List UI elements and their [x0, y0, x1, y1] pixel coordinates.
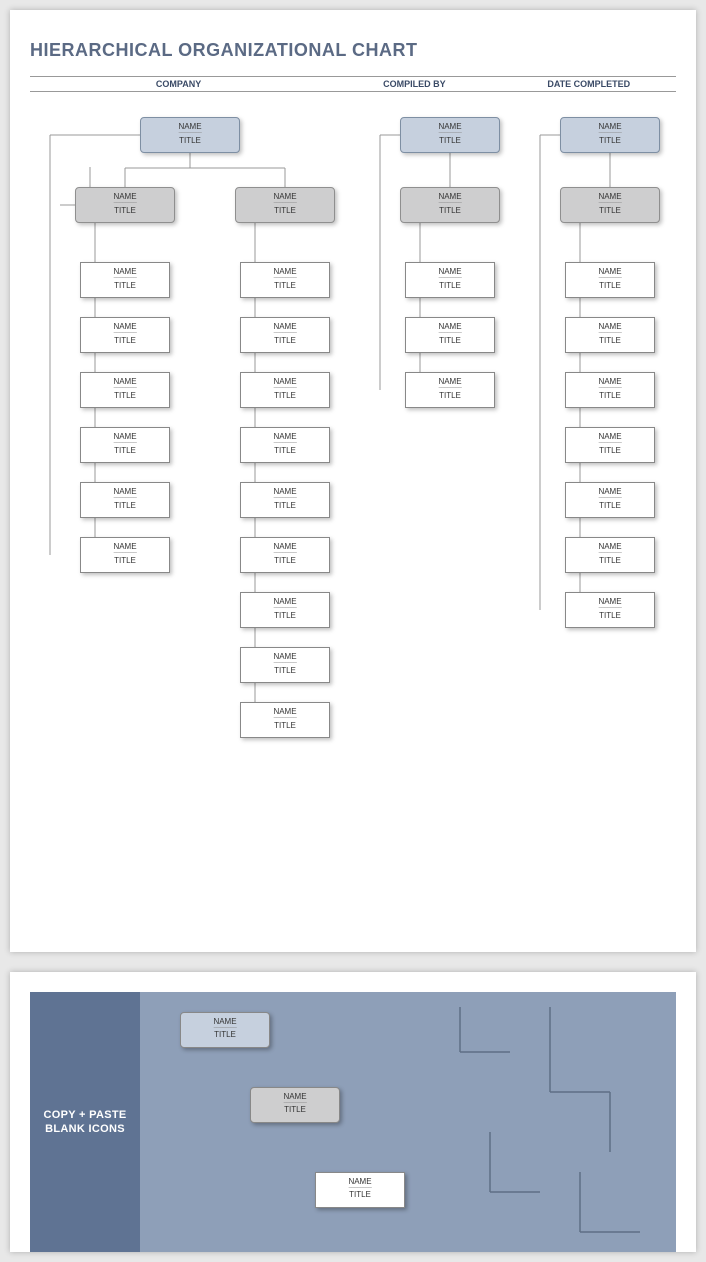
palette-canvas: NAME––––––––TITLE NAME––––––––TITLE NAME––… — [140, 992, 676, 1252]
leaf-node[interactable]: NAME––––––––TITLE — [240, 317, 330, 353]
page-title: HIERARCHICAL ORGANIZATIONAL CHART — [30, 40, 676, 61]
palette-top-node[interactable]: NAME––––––––TITLE — [180, 1012, 270, 1048]
leaf-node[interactable]: NAME––––––––TITLE — [405, 262, 495, 298]
header-company: COMPANY — [30, 79, 327, 89]
leaf-node[interactable]: NAME––––––––TITLE — [565, 317, 655, 353]
leaf-node[interactable]: NAME––––––––TITLE — [565, 372, 655, 408]
leaf-node[interactable]: NAME––––––––TITLE — [565, 427, 655, 463]
leaf-node[interactable]: NAME––––––––TITLE — [405, 317, 495, 353]
top-node[interactable]: NAME––––––––TITLE — [400, 117, 500, 153]
leaf-node[interactable]: NAME––––––––TITLE — [80, 537, 170, 573]
leaf-node[interactable]: NAME––––––––TITLE — [240, 482, 330, 518]
leaf-node[interactable]: NAME––––––––TITLE — [80, 317, 170, 353]
manager-node[interactable]: NAME––––––––TITLE — [400, 187, 500, 223]
org-chart-page: HIERARCHICAL ORGANIZATIONAL CHART COMPAN… — [10, 10, 696, 952]
leaf-node[interactable]: NAME––––––––TITLE — [80, 482, 170, 518]
leaf-node[interactable]: NAME––––––––TITLE — [80, 372, 170, 408]
manager-node[interactable]: NAME––––––––TITLE — [235, 187, 335, 223]
leaf-node[interactable]: NAME––––––––TITLE — [565, 592, 655, 628]
chart-canvas: NAME––––––––TITLE NAME––––––––TITLE NAME––… — [30, 112, 676, 912]
palette-manager-node[interactable]: NAME––––––––TITLE — [250, 1087, 340, 1123]
header-compiled: COMPILED BY — [327, 79, 501, 89]
palette-label: COPY + PASTE BLANK ICONS — [30, 992, 140, 1252]
leaf-node[interactable]: NAME––––––––TITLE — [240, 427, 330, 463]
leaf-node[interactable]: NAME––––––––TITLE — [80, 262, 170, 298]
header-row: COMPANY COMPILED BY DATE COMPLETED — [30, 76, 676, 92]
leaf-node[interactable]: NAME––––––––TITLE — [565, 262, 655, 298]
top-node[interactable]: NAME––––––––TITLE — [140, 117, 240, 153]
leaf-node[interactable]: NAME––––––––TITLE — [565, 482, 655, 518]
leaf-node[interactable]: NAME––––––––TITLE — [240, 592, 330, 628]
leaf-node[interactable]: NAME––––––––TITLE — [240, 537, 330, 573]
palette-page: COPY + PASTE BLANK ICONS NAME––––––––TIT… — [10, 972, 696, 1252]
leaf-node[interactable]: NAME––––––––TITLE — [405, 372, 495, 408]
manager-node[interactable]: NAME––––––––TITLE — [560, 187, 660, 223]
leaf-node[interactable]: NAME––––––––TITLE — [240, 647, 330, 683]
palette-panel: COPY + PASTE BLANK ICONS NAME––––––––TIT… — [30, 992, 676, 1252]
leaf-node[interactable]: NAME––––––––TITLE — [565, 537, 655, 573]
top-node[interactable]: NAME––––––––TITLE — [560, 117, 660, 153]
leaf-node[interactable]: NAME––––––––TITLE — [240, 262, 330, 298]
leaf-node[interactable]: NAME––––––––TITLE — [240, 372, 330, 408]
leaf-node[interactable]: NAME––––––––TITLE — [80, 427, 170, 463]
leaf-node[interactable]: NAME––––––––TITLE — [240, 702, 330, 738]
palette-leaf-node[interactable]: NAME––––––––TITLE — [315, 1172, 405, 1208]
header-date: DATE COMPLETED — [502, 79, 676, 89]
manager-node[interactable]: NAME––––––––TITLE — [75, 187, 175, 223]
